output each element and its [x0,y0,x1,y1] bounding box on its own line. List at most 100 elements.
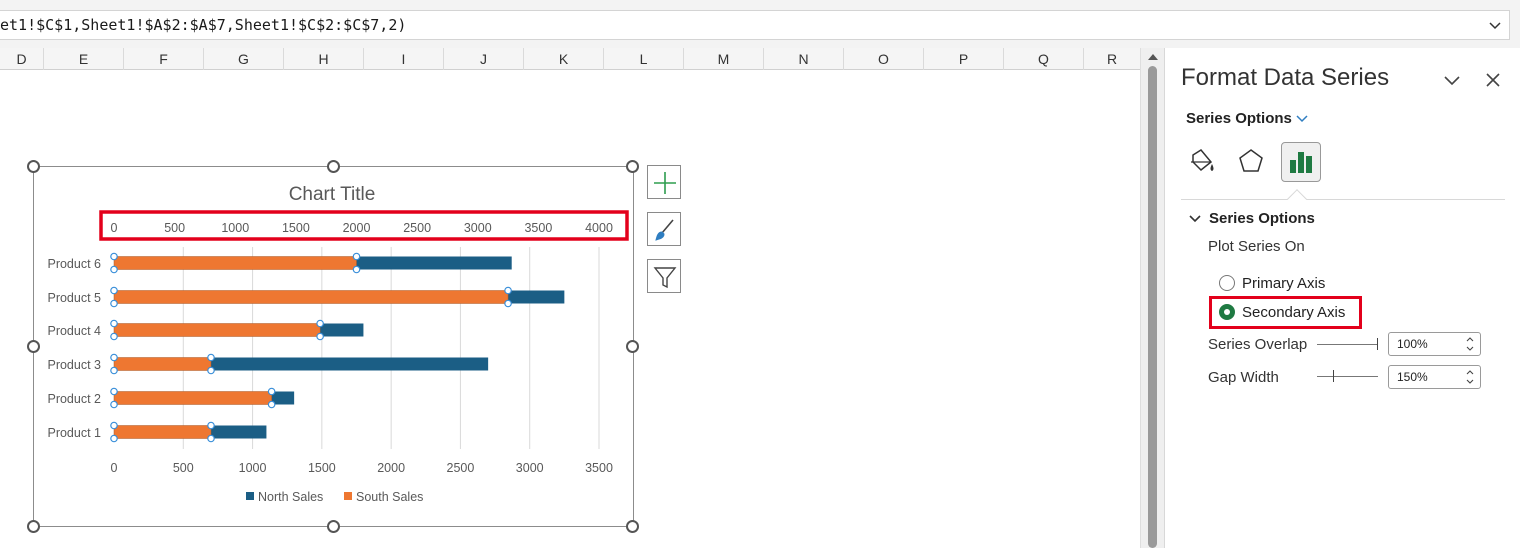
selection-point[interactable] [110,265,118,274]
column-header-g[interactable]: G [204,48,284,70]
spinner-arrows-icon[interactable] [1466,368,1474,386]
bar-south-sales[interactable] [113,357,212,371]
category-label[interactable]: Product 4 [47,324,101,338]
selection-point[interactable] [110,387,118,396]
selection-point[interactable] [110,319,118,328]
selection-point[interactable] [352,252,361,261]
selection-point[interactable] [207,366,215,375]
secondary-axis-tick-label[interactable]: 2500 [403,221,431,235]
secondary-axis-tick-label[interactable]: 3500 [524,221,552,235]
column-header-n[interactable]: N [764,48,844,70]
primary-axis-tick-label[interactable]: 0 [111,461,118,475]
fill-line-icon[interactable] [1181,142,1221,182]
legend-swatch-south-sales[interactable] [344,492,352,500]
secondary-axis-tick-label[interactable]: 1500 [282,221,310,235]
selection-point[interactable] [207,421,215,430]
gap-width-spinner[interactable]: 150% [1388,365,1481,389]
series-overlap-spinner[interactable]: 100% [1388,332,1481,356]
column-header-q[interactable]: Q [1004,48,1084,70]
column-header-d[interactable]: D [0,48,44,70]
bar-south-sales[interactable] [113,425,212,439]
vertical-scrollbar[interactable] [1140,48,1164,548]
secondary-axis-tick-label[interactable]: 4000 [585,221,613,235]
selection-point[interactable] [110,252,118,261]
selection-point[interactable] [504,286,512,295]
secondary-axis-tick-label[interactable]: 0 [111,221,118,235]
resize-handle[interactable] [27,160,40,173]
resize-handle[interactable] [626,340,639,353]
chart-filters-button[interactable] [647,259,681,293]
resize-handle[interactable] [626,520,639,533]
series-overlap-slider[interactable] [1317,344,1378,345]
selection-point[interactable] [110,434,118,443]
series-options-tab[interactable] [1281,142,1321,182]
category-label[interactable]: Product 1 [47,426,101,440]
column-header-e[interactable]: E [44,48,124,70]
series-overlap-slider-thumb[interactable] [1377,338,1378,350]
series-overlap-value[interactable]: 100% [1397,337,1428,351]
secondary-axis-label[interactable]: Secondary Axis [1242,304,1345,321]
column-header-o[interactable]: O [844,48,924,70]
close-icon[interactable] [1485,72,1501,88]
selection-point[interactable] [267,387,276,396]
selection-point[interactable] [267,400,276,409]
selection-point[interactable] [110,366,118,375]
selection-point[interactable] [316,319,324,328]
category-label[interactable]: Product 2 [47,392,101,406]
selection-point[interactable] [110,353,118,362]
legend-swatch-north-sales[interactable] [246,492,254,500]
column-header-m[interactable]: M [684,48,764,70]
chevron-down-icon[interactable] [1296,114,1308,124]
spinner-arrows-icon[interactable] [1466,335,1474,353]
primary-axis-label[interactable]: Primary Axis [1242,275,1325,292]
selection-point[interactable] [207,353,215,362]
bar-south-sales[interactable] [113,391,272,405]
effects-icon[interactable] [1231,142,1271,182]
column-header-j[interactable]: J [444,48,524,70]
resize-handle[interactable] [626,160,639,173]
legend-label-south-sales[interactable]: South Sales [356,490,423,504]
primary-axis-tick-label[interactable]: 500 [173,461,194,475]
primary-axis-tick-label[interactable]: 2500 [447,461,475,475]
selection-point[interactable] [504,299,512,308]
secondary-axis-tick-label[interactable]: 1000 [221,221,249,235]
column-header-r[interactable]: R [1084,48,1140,70]
column-header-l[interactable]: L [604,48,684,70]
primary-axis-tick-label[interactable]: 1000 [239,461,267,475]
resize-handle[interactable] [27,340,40,353]
gap-width-slider-thumb[interactable] [1333,370,1334,382]
selection-point[interactable] [110,332,118,341]
chart-elements-button[interactable] [647,165,681,199]
category-label[interactable]: Product 3 [47,358,101,372]
column-header-h[interactable]: H [284,48,364,70]
selection-point[interactable] [110,286,118,295]
gap-width-slider[interactable] [1317,376,1378,377]
selection-point[interactable] [316,332,324,341]
formula-input[interactable]: et1!$C$1,Sheet1!$A$2:$A$7,Sheet1!$C$2:$C… [0,10,1510,40]
chevron-down-icon[interactable] [1189,214,1201,224]
category-label[interactable]: Product 5 [47,291,101,305]
resize-handle[interactable] [27,520,40,533]
resize-handle[interactable] [327,160,340,173]
bar-south-sales[interactable] [113,323,321,337]
gap-width-value[interactable]: 150% [1397,370,1428,384]
secondary-axis-tick-label[interactable]: 500 [164,221,185,235]
selection-point[interactable] [110,299,118,308]
chart-svg[interactable]: Chart Title Product 1 Product 2 Product 3 Pr… [34,167,635,528]
resize-handle[interactable] [327,520,340,533]
primary-axis-tick-label[interactable]: 3000 [516,461,544,475]
primary-axis-radio[interactable] [1219,275,1235,291]
section-title[interactable]: Series Options [1209,210,1315,227]
category-label[interactable]: Product 6 [47,257,101,271]
scroll-up-icon[interactable] [1147,52,1159,62]
chart-title[interactable]: Chart Title [289,184,376,205]
secondary-axis-tick-label[interactable]: 3000 [464,221,492,235]
legend-label-north-sales[interactable]: North Sales [258,490,323,504]
selection-point[interactable] [110,400,118,409]
column-header-k[interactable]: K [524,48,604,70]
series-options-dropdown[interactable]: Series Options [1186,110,1292,127]
bar-south-sales[interactable] [113,290,509,304]
column-header-p[interactable]: P [924,48,1004,70]
column-header-f[interactable]: F [124,48,204,70]
bar-south-sales[interactable] [113,256,357,270]
